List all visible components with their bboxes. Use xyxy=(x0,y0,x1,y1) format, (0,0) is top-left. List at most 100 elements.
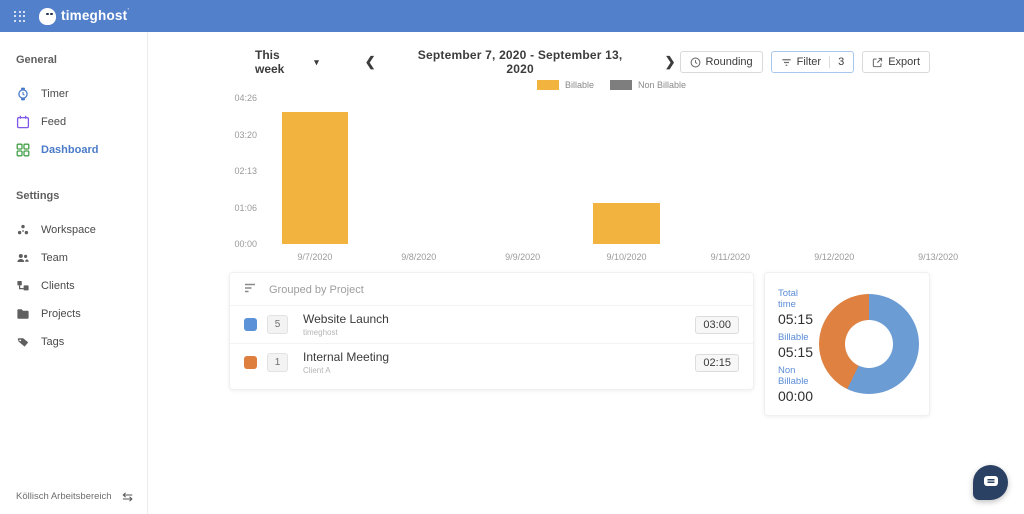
main-content: This week ▾ ❮︎ September 7, 2020 - Septe… xyxy=(149,0,1024,416)
day-slot xyxy=(886,98,990,244)
filter-label: Filter xyxy=(796,56,822,68)
export-label: Export xyxy=(888,56,920,68)
legend-item-billable[interactable]: Billable xyxy=(536,80,594,90)
sidebar-item-label: Feed xyxy=(41,116,67,128)
grouped-card-header: Grouped by Project xyxy=(230,273,753,305)
x-tick-label: 9/13/2020 xyxy=(918,252,959,262)
rounding-label: Rounding xyxy=(705,56,753,68)
nonbillable-swatch xyxy=(610,80,632,90)
total-time-label: Total time xyxy=(777,288,799,310)
chat-bubble-icon xyxy=(983,474,999,492)
y-tick-label: 03:20 xyxy=(234,129,257,140)
summary-card: Total time 05:15 Billable 05:15 Non Bill… xyxy=(763,272,930,416)
day-slot xyxy=(471,98,575,244)
sidebar-item-projects[interactable]: Projects xyxy=(0,300,147,328)
sidebar-item-label: Tags xyxy=(41,336,65,348)
project-name: Internal Meeting xyxy=(303,350,390,364)
sidebar-section-settings: Settings xyxy=(16,190,60,202)
filter-icon xyxy=(781,57,792,68)
workspace-dots-icon xyxy=(16,223,30,237)
legend-item-nonbillable[interactable]: Non Billable xyxy=(610,80,686,90)
project-row-website-launch[interactable]: 5 Website Launch timeghost 03:00 xyxy=(230,305,753,343)
prev-week-button[interactable]: ❮︎ xyxy=(361,54,380,70)
duration-badge: 03:00 xyxy=(695,315,739,334)
y-tick-label: 01:06 xyxy=(234,202,257,213)
bar-chart: Billable Non Billable 00:00 01:06 02:13 03:… xyxy=(233,80,990,262)
x-axis: 9/7/2020 9/8/2020 9/9/2020 9/10/2020 9/11/20… xyxy=(263,252,990,262)
sidebar: General Timer Feed Dashboard Settings Wo… xyxy=(0,32,148,514)
grouped-card-title: Grouped by Project xyxy=(269,284,364,296)
toolbar: This week ▾ ❮︎ September 7, 2020 - Septe… xyxy=(149,32,1024,76)
y-tick-label: 02:13 xyxy=(234,166,257,176)
legend-label: Billable xyxy=(564,80,594,90)
date-range-label: September 7, 2020 - September 13, 2020 xyxy=(417,48,623,76)
swap-arrows-icon[interactable]: ⇆ xyxy=(122,490,133,503)
export-button[interactable]: Export xyxy=(862,51,930,73)
sidebar-item-workspace[interactable]: Workspace xyxy=(0,216,147,244)
sidebar-item-label: Team xyxy=(41,252,68,264)
bar-billable[interactable] xyxy=(593,202,660,244)
day-slot xyxy=(678,98,782,244)
day-slot xyxy=(263,98,367,244)
filter-button[interactable]: Filter 3 xyxy=(770,51,855,73)
project-client: timeghost xyxy=(303,328,338,337)
total-time-value: 05:15 xyxy=(777,311,813,327)
next-week-button[interactable]: ❯︎ xyxy=(661,54,680,70)
export-icon xyxy=(872,57,883,68)
y-axis: 00:00 01:06 02:13 03:20 04:26 xyxy=(233,93,263,249)
day-slot xyxy=(782,98,886,244)
chevron-down-icon: ▾ xyxy=(314,56,319,67)
nonbillable-label: Non Billable xyxy=(777,365,809,387)
rounding-button[interactable]: Rounding xyxy=(679,51,763,73)
sidebar-item-feed[interactable]: Feed xyxy=(0,108,147,136)
day-slot xyxy=(575,98,679,244)
billable-label: Billable xyxy=(777,332,809,343)
sidebar-item-label: Timer xyxy=(41,88,69,100)
tag-icon xyxy=(16,335,30,349)
folder-icon xyxy=(16,307,30,321)
duration-badge: 02:15 xyxy=(695,353,739,372)
sidebar-item-team[interactable]: Team xyxy=(0,244,147,272)
sidebar-item-timer[interactable]: Timer xyxy=(0,80,147,108)
sidebar-item-clients[interactable]: Clients xyxy=(0,272,147,300)
sidebar-item-label: Clients xyxy=(41,280,75,292)
sidebar-item-label: Workspace xyxy=(41,224,96,236)
date-preset-dropdown[interactable]: This week ▾ xyxy=(255,48,319,76)
x-tick-label: 9/8/2020 xyxy=(401,252,437,262)
nonbillable-value: 00:00 xyxy=(777,388,813,404)
bar-billable[interactable] xyxy=(281,112,349,244)
plot-area xyxy=(263,98,990,244)
chart-legend: Billable Non Billable xyxy=(233,80,990,90)
app-launcher-icon[interactable] xyxy=(14,10,25,22)
logo-trademark: ’ xyxy=(127,8,129,15)
y-tick-label: 04:26 xyxy=(234,93,257,103)
x-tick-label: 9/9/2020 xyxy=(505,252,541,262)
cards-row: Grouped by Project 5 Website Launch time… xyxy=(229,272,930,416)
sidebar-item-tags[interactable]: Tags xyxy=(0,328,147,356)
filter-count-badge: 3 xyxy=(829,56,844,68)
project-color-swatch xyxy=(244,318,257,331)
project-name: Website Launch xyxy=(303,312,389,326)
logo-text: timeghost xyxy=(61,8,128,23)
project-client: Client A xyxy=(303,366,331,375)
sidebar-item-dashboard[interactable]: Dashboard xyxy=(0,136,147,164)
legend-label: Non Billable xyxy=(638,80,687,90)
sidebar-item-label: Projects xyxy=(41,308,81,320)
team-icon xyxy=(16,251,30,265)
billable-swatch xyxy=(536,80,559,90)
app-header: timeghost’ xyxy=(0,0,1024,32)
grouped-by-project-card: Grouped by Project 5 Website Launch time… xyxy=(229,272,754,390)
toolbar-buttons: Rounding Filter 3 Export xyxy=(679,51,930,73)
workspace-name: Köllisch Arbeitsbereich xyxy=(16,491,112,502)
day-slot xyxy=(367,98,471,244)
calendar-icon xyxy=(16,115,30,129)
x-tick-label: 9/10/2020 xyxy=(606,252,647,262)
workspace-footer: Köllisch Arbeitsbereich ⇆ xyxy=(0,481,147,514)
donut-chart[interactable] xyxy=(819,294,919,394)
entry-count-badge: 5 xyxy=(267,315,288,334)
x-tick-label: 9/12/2020 xyxy=(814,252,855,262)
chat-launcher-button[interactable] xyxy=(973,465,1008,500)
sidebar-section-general: General xyxy=(16,54,57,66)
sort-icon[interactable] xyxy=(244,283,257,297)
project-row-internal-meeting[interactable]: 1 Internal Meeting Client A 02:15 xyxy=(230,343,753,381)
